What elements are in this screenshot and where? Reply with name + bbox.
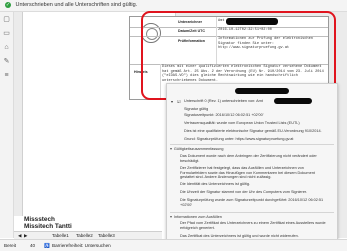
check-icon: ✓ [5, 1, 11, 8]
signature-check-icon: ☑ [177, 100, 181, 104]
detail-item: Der Zertifizierer hat festgelegt, dass d… [180, 166, 315, 180]
left-tool-rail: ▢ ▭ ⌂ ✎ ≡ [0, 12, 14, 238]
spreadsheet-cells: Missstech Missitech Tantti [14, 216, 162, 231]
accessibility-icon[interactable]: ♿ [44, 240, 50, 251]
attachment-icon[interactable]: ⌂ [3, 44, 10, 51]
redaction [235, 88, 289, 94]
signature-valid: Signatur gültig [184, 107, 209, 111]
info-item: Der Pfad vom Zertifikat des Unterzeichne… [180, 221, 326, 230]
mode-text: Bereit [4, 243, 17, 248]
layers-icon[interactable]: ≡ [3, 72, 10, 79]
accessibility-label[interactable]: Barrierefreiheit: Untersuchen [52, 240, 111, 251]
details-title[interactable]: ▾ Gültigkeitszusammenfassung [170, 146, 224, 151]
signature-pen-icon[interactable]: ✎ [3, 58, 10, 65]
redaction [274, 98, 312, 104]
zoom-value[interactable]: 40 [30, 240, 35, 251]
trusted-cert: Vertrauensqualität: wurde vom European U… [184, 121, 300, 125]
detail-item: Die Uhrzeit der Signatur stammt von der … [180, 190, 308, 194]
signature-title[interactable]: Unterschrift 0 (Rev. 1) unterschrieben v… [184, 99, 263, 103]
info-item: Das Zertifikat des Unterzeichners ist gü… [180, 234, 299, 238]
cell-row1[interactable]: Missstech [24, 216, 55, 223]
detail-item: Die Signaturprüfung wurde zum Signaturze… [180, 198, 324, 207]
signature-properties-panel: ▾ ☑ Unterschrift 0 (Rev. 1) unterschrieb… [166, 83, 338, 243]
signing-time: Signaturzeitpunkt: 2016/10/12 06:02:51 +… [184, 113, 264, 117]
collapse-icon[interactable]: ▾ [171, 99, 173, 104]
detail-item: Die Identität des Unterzeichners ist gül… [180, 182, 251, 186]
reason: Grund: Signaturprüfung unter: https://ww… [184, 137, 294, 141]
signature-status-text: Unterschrieben und alle Unterschriften s… [15, 2, 138, 8]
qualified-sig: Dies ist eine qualifizierte elektronisch… [184, 129, 322, 133]
info-title[interactable]: ▾ Informationen zum Ausfüllen [170, 214, 222, 219]
bookmark-icon[interactable]: ▭ [3, 30, 10, 37]
cell-row2[interactable]: Missitech Tantti [24, 223, 72, 230]
detail-item: Das Dokument wurde nach dem Anbringen de… [180, 154, 317, 163]
status-bar: Bereit 40 ♿ Barrierefreiheit: Untersuche… [0, 239, 347, 251]
page-icon[interactable]: ▢ [3, 16, 10, 23]
